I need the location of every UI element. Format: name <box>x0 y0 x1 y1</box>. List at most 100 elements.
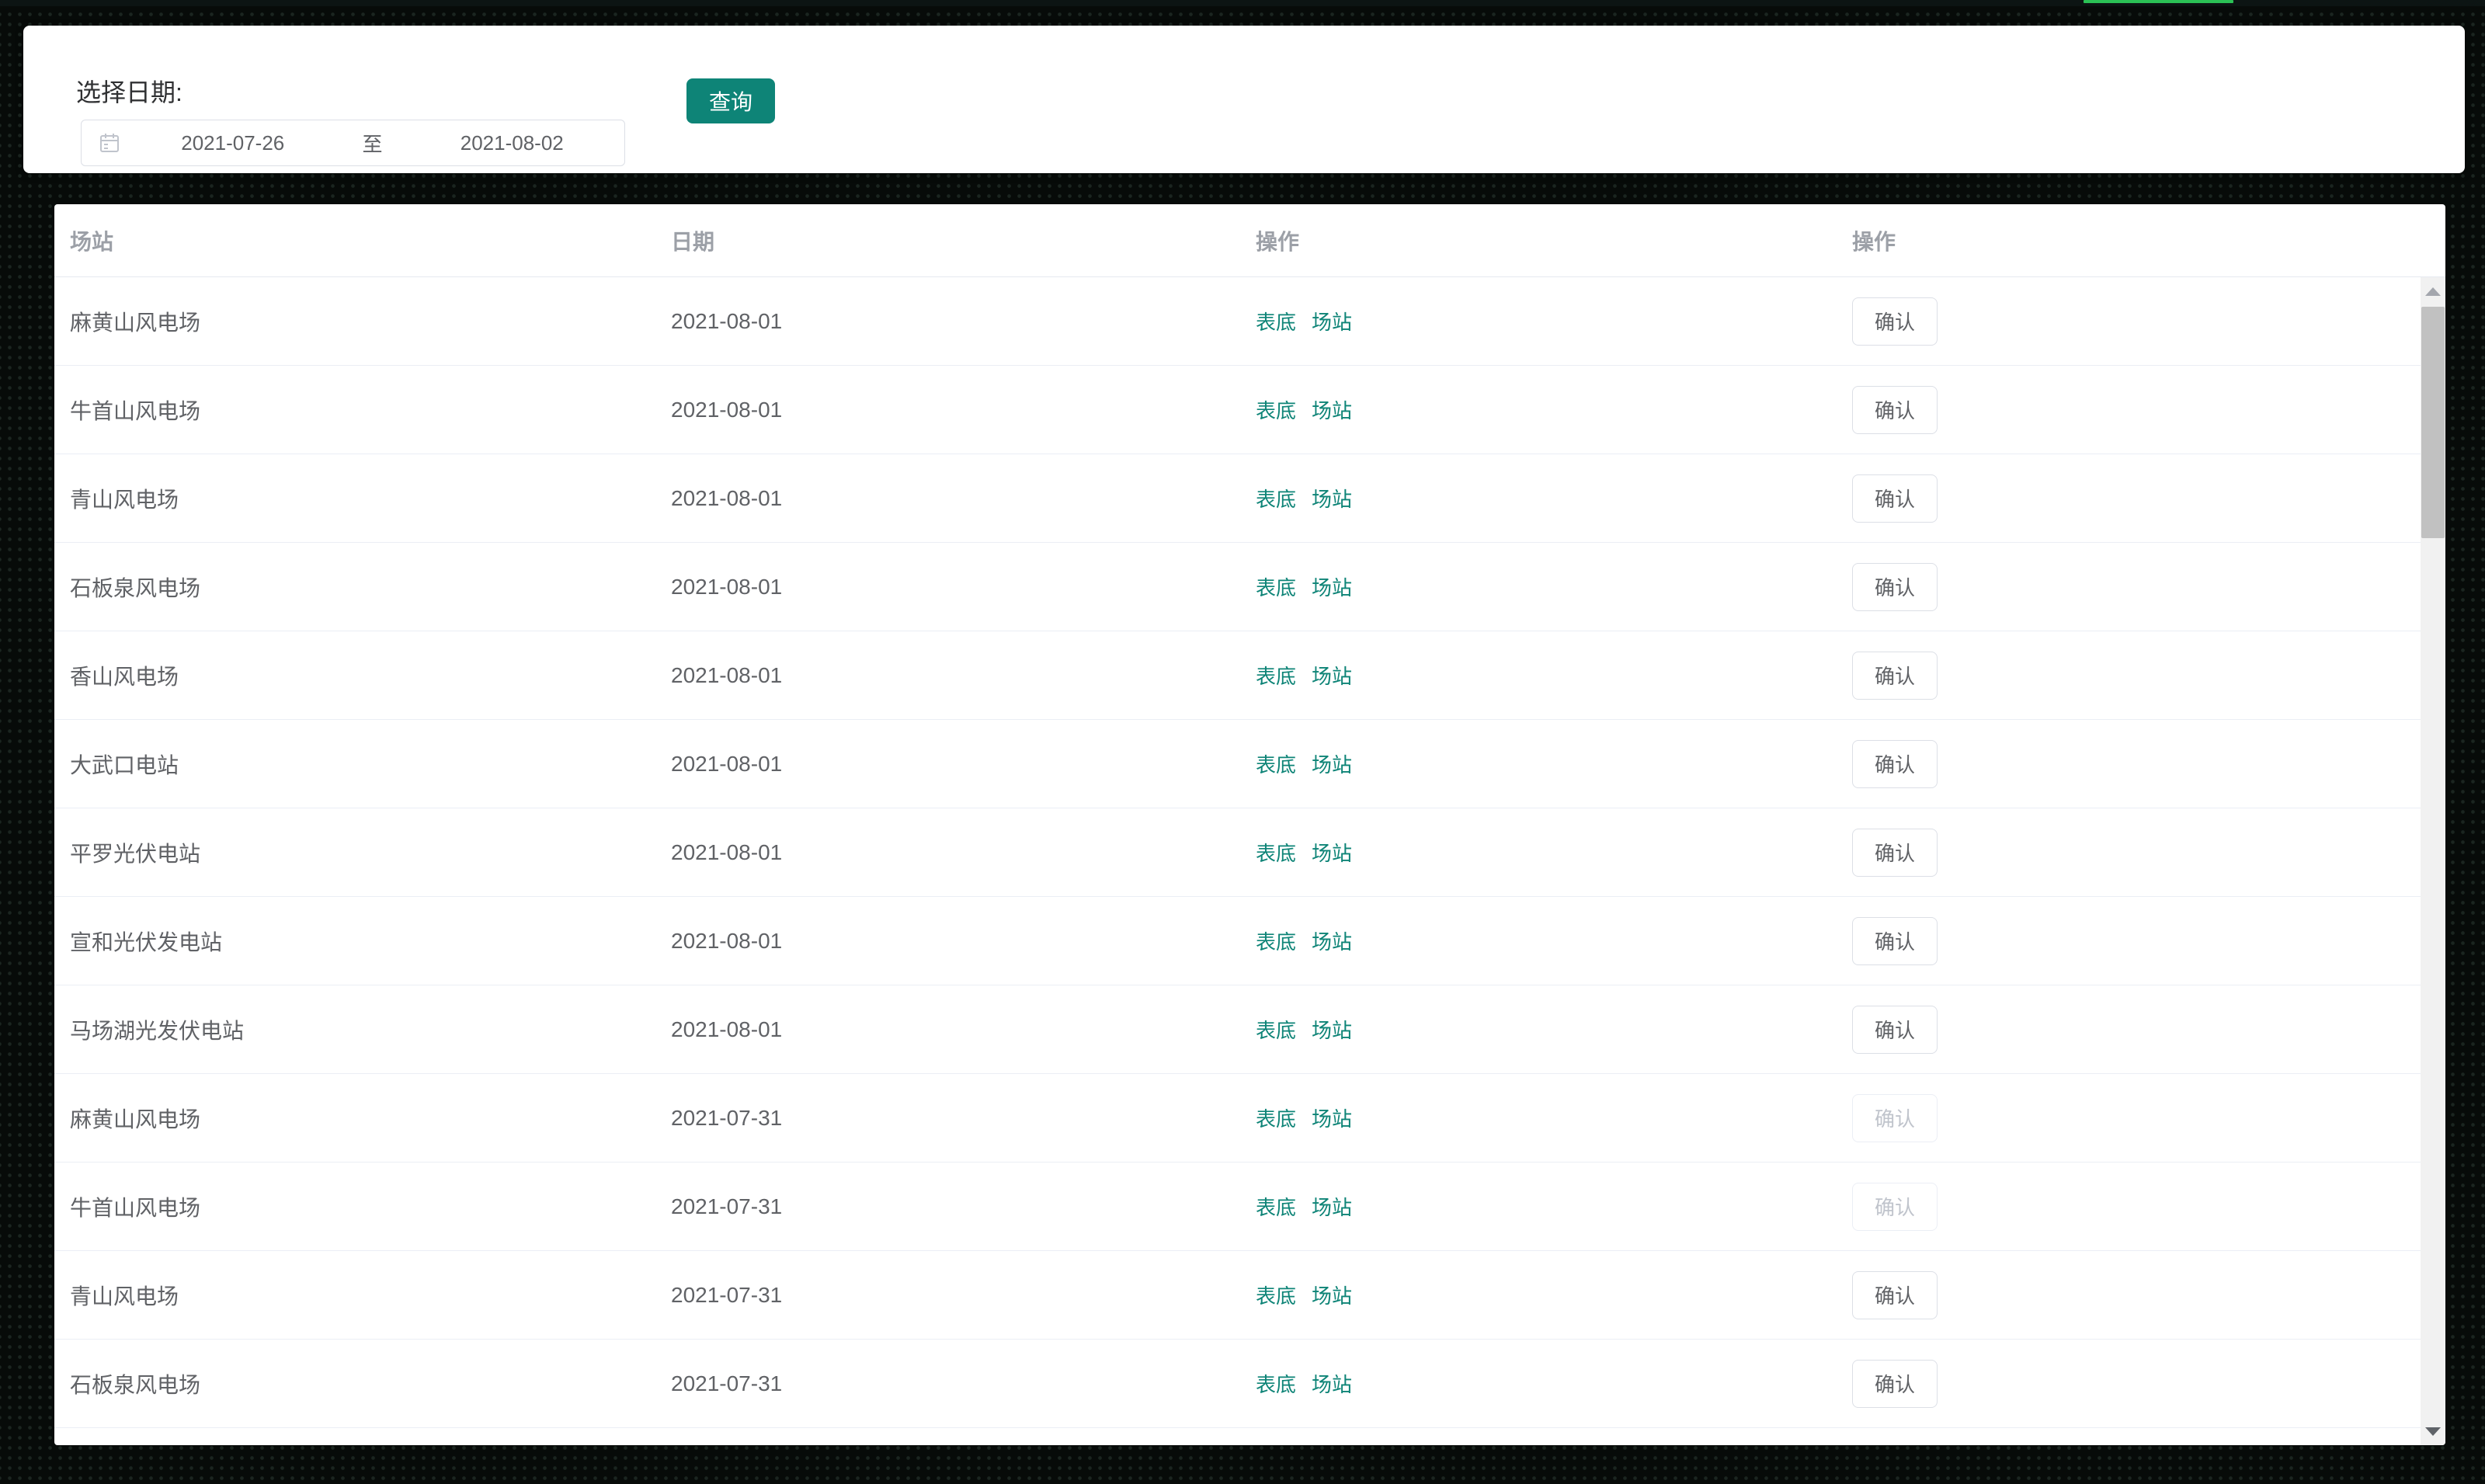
meter-bottom-link[interactable]: 表底 <box>1256 926 1296 955</box>
date-cell: 2021-08-01 <box>671 928 783 953</box>
header-actions-confirm: 操作 <box>1852 229 1896 254</box>
table-row: 宣和光伏发电站 2021-08-01 表底 场站 确认 <box>54 897 2445 985</box>
scroll-up-button[interactable] <box>2421 277 2445 305</box>
meter-bottom-link[interactable]: 表底 <box>1256 395 1296 424</box>
row-actions-links-cell: 表底 场站 <box>1256 1281 1852 1309</box>
meter-bottom-link[interactable]: 表底 <box>1256 572 1296 601</box>
confirm-button[interactable]: 确认 <box>1852 828 1938 877</box>
station-cell: 麻黄山风电场 <box>70 1107 201 1131</box>
meter-bottom-link[interactable]: 表底 <box>1256 749 1296 778</box>
table-row: 青山风电场 2021-07-31 表底 场站 确认 <box>54 1251 2445 1340</box>
station-link[interactable]: 场站 <box>1312 926 1352 955</box>
date-start-value[interactable]: 2021-07-26 <box>120 131 346 155</box>
row-actions-links-cell: 表底 场站 <box>1256 661 1852 690</box>
station-cell: 马场湖光发伏电站 <box>70 1018 245 1043</box>
row-actions-confirm-cell: 确认 <box>1852 385 2445 434</box>
station-cell: 平罗光伏电站 <box>70 841 201 866</box>
date-filter-panel: 选择日期: 2021-07-26 至 2021-08-02 查询 <box>23 26 2465 173</box>
row-actions-links-cell: 表底 场站 <box>1256 484 1852 513</box>
station-link[interactable]: 场站 <box>1312 1192 1352 1221</box>
row-actions-links-cell: 表底 场站 <box>1256 1369 1852 1398</box>
confirm-button[interactable]: 确认 <box>1852 385 1938 434</box>
header-station: 场站 <box>70 229 114 254</box>
meter-bottom-link[interactable]: 表底 <box>1256 484 1296 513</box>
date-cell: 2021-07-31 <box>671 1371 783 1395</box>
confirm-button[interactable]: 确认 <box>1852 474 1938 523</box>
confirm-button[interactable]: 确认 <box>1852 1093 1938 1142</box>
header-actions-links: 操作 <box>1256 229 1300 254</box>
station-cell: 宣和光伏发电站 <box>70 930 223 954</box>
station-link[interactable]: 场站 <box>1312 661 1352 690</box>
station-link[interactable]: 场站 <box>1312 1369 1352 1398</box>
table-row: 麻黄山风电场 2021-07-31 表底 场站 确认 <box>54 1074 2445 1163</box>
date-end-value[interactable]: 2021-08-02 <box>400 131 625 155</box>
header-date: 日期 <box>671 229 715 254</box>
confirm-button[interactable]: 确认 <box>1852 739 1938 788</box>
table-row: 平罗光伏电站 2021-08-01 表底 场站 确认 <box>54 808 2445 897</box>
meter-bottom-link[interactable]: 表底 <box>1256 1103 1296 1132</box>
row-actions-confirm-cell: 确认 <box>1852 1093 2445 1142</box>
top-progress-bar <box>2084 0 2233 3</box>
row-actions-links-cell: 表底 场站 <box>1256 307 1852 335</box>
station-link[interactable]: 场站 <box>1312 1015 1352 1044</box>
date-cell: 2021-08-01 <box>671 308 783 333</box>
confirm-button[interactable]: 确认 <box>1852 1270 1938 1319</box>
station-cell: 牛首山风电场 <box>70 398 201 423</box>
meter-bottom-link[interactable]: 表底 <box>1256 661 1296 690</box>
confirm-button[interactable]: 确认 <box>1852 916 1938 965</box>
row-actions-confirm-cell: 确认 <box>1852 474 2445 523</box>
date-cell: 2021-08-01 <box>671 662 783 687</box>
confirm-button[interactable]: 确认 <box>1852 1359 1938 1408</box>
row-actions-links-cell: 表底 场站 <box>1256 926 1852 955</box>
station-link[interactable]: 场站 <box>1312 749 1352 778</box>
station-link[interactable]: 场站 <box>1312 395 1352 424</box>
row-actions-links-cell: 表底 场站 <box>1256 1192 1852 1221</box>
meter-bottom-link[interactable]: 表底 <box>1256 838 1296 867</box>
row-actions-confirm-cell: 确认 <box>1852 562 2445 611</box>
date-cell: 2021-07-31 <box>671 1194 783 1218</box>
station-link[interactable]: 场站 <box>1312 1103 1352 1132</box>
row-actions-links-cell: 表底 场站 <box>1256 395 1852 424</box>
row-actions-links-cell: 表底 场站 <box>1256 838 1852 867</box>
confirm-button[interactable]: 确认 <box>1852 1005 1938 1054</box>
row-actions-links-cell: 表底 场站 <box>1256 1015 1852 1044</box>
query-button[interactable]: 查询 <box>686 78 775 123</box>
station-link[interactable]: 场站 <box>1312 838 1352 867</box>
station-cell: 牛首山风电场 <box>70 1195 201 1220</box>
station-cell: 青山风电场 <box>70 1284 179 1308</box>
meter-bottom-link[interactable]: 表底 <box>1256 1192 1296 1221</box>
table-row: 牛首山风电场 2021-07-31 表底 场站 确认 <box>54 1163 2445 1251</box>
station-link[interactable]: 场站 <box>1312 572 1352 601</box>
row-actions-links-cell: 表底 场站 <box>1256 1103 1852 1132</box>
confirm-button[interactable]: 确认 <box>1852 562 1938 611</box>
row-actions-confirm-cell: 确认 <box>1852 297 2445 346</box>
confirm-button[interactable]: 确认 <box>1852 297 1938 346</box>
vertical-scrollbar[interactable] <box>2421 277 2445 1445</box>
row-actions-confirm-cell: 确认 <box>1852 651 2445 700</box>
scrollbar-thumb[interactable] <box>2421 307 2445 538</box>
station-link[interactable]: 场站 <box>1312 1281 1352 1309</box>
meter-bottom-link[interactable]: 表底 <box>1256 1369 1296 1398</box>
date-cell: 2021-07-31 <box>671 1282 783 1307</box>
station-cell: 香山风电场 <box>70 664 179 689</box>
date-cell: 2021-08-01 <box>671 397 783 422</box>
table-header-row: 场站 日期 操作 操作 <box>54 204 2445 277</box>
arrow-up-icon <box>2425 287 2441 296</box>
row-actions-confirm-cell: 确认 <box>1852 739 2445 788</box>
meter-bottom-link[interactable]: 表底 <box>1256 1015 1296 1044</box>
row-actions-confirm-cell: 确认 <box>1852 828 2445 877</box>
confirm-button[interactable]: 确认 <box>1852 651 1938 700</box>
station-cell: 大武口电站 <box>70 752 179 777</box>
station-link[interactable]: 场站 <box>1312 307 1352 335</box>
station-cell: 石板泉风电场 <box>70 575 201 600</box>
confirm-button[interactable]: 确认 <box>1852 1182 1938 1231</box>
meter-bottom-link[interactable]: 表底 <box>1256 307 1296 335</box>
scroll-down-button[interactable] <box>2421 1417 2445 1445</box>
date-cell: 2021-08-01 <box>671 1017 783 1041</box>
row-actions-confirm-cell: 确认 <box>1852 916 2445 965</box>
meter-bottom-link[interactable]: 表底 <box>1256 1281 1296 1309</box>
row-actions-links-cell: 表底 场站 <box>1256 749 1852 778</box>
top-bar <box>0 0 2485 6</box>
date-range-picker[interactable]: 2021-07-26 至 2021-08-02 <box>81 120 625 166</box>
station-link[interactable]: 场站 <box>1312 484 1352 513</box>
